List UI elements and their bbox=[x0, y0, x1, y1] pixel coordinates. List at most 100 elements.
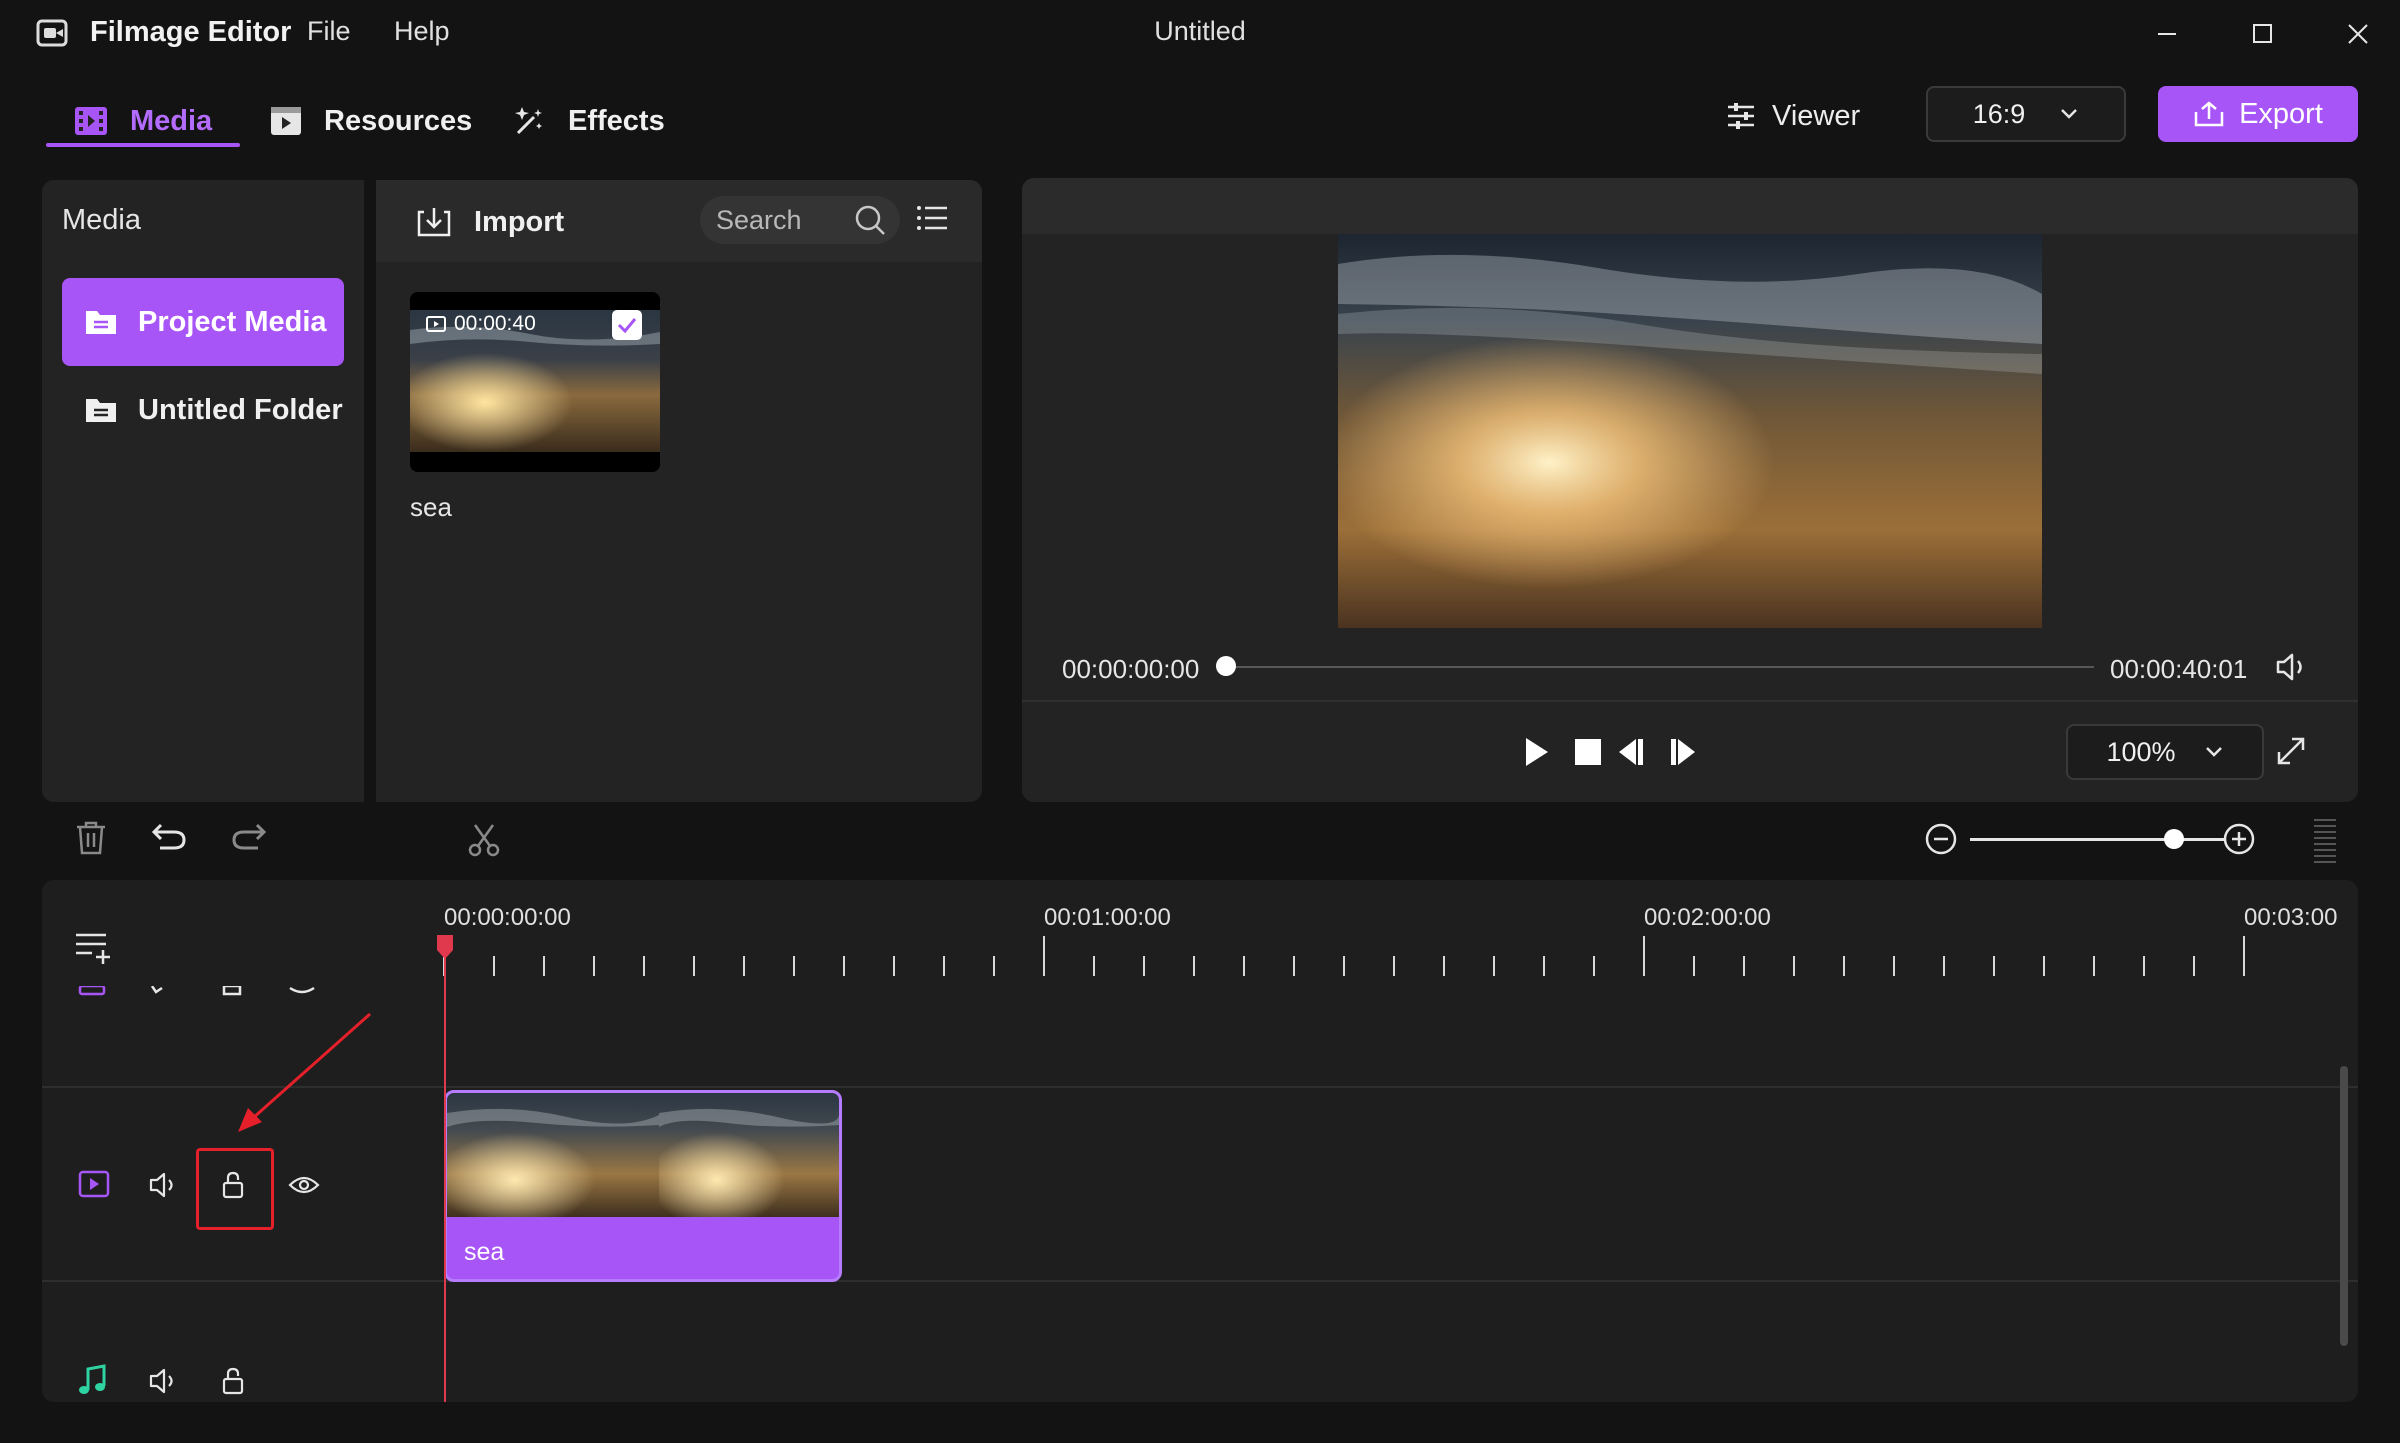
zoom-out-button[interactable] bbox=[1924, 822, 1958, 856]
sliders-icon bbox=[1728, 103, 1754, 129]
undo-button[interactable] bbox=[150, 822, 188, 852]
app-name: Filmage Editor bbox=[90, 16, 292, 48]
clip-name: sea bbox=[464, 1238, 505, 1266]
audio-track-mute-button[interactable] bbox=[148, 1366, 180, 1396]
search-placeholder: Search bbox=[716, 204, 802, 235]
maximize-icon bbox=[2253, 24, 2272, 43]
clip-thumbnails bbox=[447, 1093, 839, 1217]
play-button[interactable] bbox=[1522, 736, 1552, 768]
add-track-icon bbox=[76, 933, 110, 964]
sidebar-item-label: Untitled Folder bbox=[138, 393, 343, 426]
import-button[interactable]: Import bbox=[416, 200, 564, 244]
timeline-zoom-slider[interactable] bbox=[1970, 838, 2224, 841]
ruler-label: 00:02:00:00 bbox=[1644, 904, 1771, 931]
hidden-track-controls bbox=[78, 986, 315, 996]
viewer-button[interactable]: Viewer bbox=[1726, 96, 1860, 136]
music-note-icon bbox=[79, 1364, 106, 1394]
media-sidebar bbox=[42, 180, 364, 802]
step-forward-icon bbox=[1671, 739, 1695, 765]
delete-button[interactable] bbox=[74, 820, 108, 856]
next-frame-button[interactable] bbox=[1666, 736, 1698, 768]
minimize-icon bbox=[2158, 33, 2176, 35]
list-view-icon[interactable] bbox=[916, 204, 948, 232]
viewer-header bbox=[1022, 178, 2358, 234]
tab-media-label: Media bbox=[130, 104, 213, 137]
timeline-scrollbar[interactable] bbox=[2340, 1066, 2348, 1346]
sidebar-item-untitled-folder[interactable]: Untitled Folder bbox=[62, 366, 344, 454]
app-logo-icon bbox=[36, 18, 70, 48]
tab-resources-label: Resources bbox=[324, 104, 473, 137]
ruler-label: 00:00:00:00 bbox=[444, 904, 571, 931]
search-icon[interactable] bbox=[854, 204, 886, 236]
seek-handle[interactable] bbox=[1216, 656, 1236, 676]
tab-resources[interactable]: Resources bbox=[270, 98, 472, 144]
video-track-visibility-button[interactable] bbox=[288, 1174, 320, 1196]
annotation-arrow bbox=[238, 1012, 371, 1132]
undo-icon bbox=[151, 823, 186, 850]
zoom-in-button[interactable] bbox=[2222, 822, 2256, 856]
stop-icon bbox=[1575, 739, 1601, 765]
expand-icon bbox=[2277, 737, 2305, 765]
resources-icon bbox=[271, 107, 301, 135]
previous-frame-button[interactable] bbox=[1616, 736, 1648, 768]
tab-media[interactable]: Media bbox=[74, 98, 212, 144]
total-time: 00:00:40:01 bbox=[2110, 654, 2248, 684]
film-icon bbox=[75, 107, 107, 135]
media-item-duration: 00:00:40 bbox=[426, 312, 536, 336]
upload-icon bbox=[2194, 101, 2224, 127]
track-divider bbox=[42, 1086, 2358, 1088]
search-input[interactable]: Search bbox=[700, 196, 900, 244]
check-icon bbox=[617, 318, 637, 334]
audio-track-icon bbox=[78, 1364, 108, 1396]
duration-text: 00:00:40 bbox=[454, 312, 536, 335]
add-track-button[interactable] bbox=[74, 930, 112, 964]
chevron-down-icon bbox=[2061, 109, 2078, 119]
scissors-icon bbox=[468, 824, 500, 857]
video-track-mute-button[interactable] bbox=[148, 1170, 180, 1200]
menu-file[interactable]: File bbox=[307, 16, 351, 47]
step-back-icon bbox=[1619, 739, 1643, 765]
redo-button[interactable] bbox=[230, 822, 268, 852]
playhead-line bbox=[444, 950, 446, 1402]
minimize-button[interactable] bbox=[2136, 14, 2196, 54]
aspect-ratio-select[interactable]: 16:9 bbox=[1926, 86, 2126, 142]
export-label: Export bbox=[2239, 97, 2323, 130]
zoom-in-icon bbox=[2223, 823, 2255, 855]
menu-help[interactable]: Help bbox=[394, 16, 450, 47]
media-item-checkbox[interactable] bbox=[612, 310, 642, 340]
close-button[interactable] bbox=[2328, 14, 2388, 54]
window-title: Untitled bbox=[1154, 16, 1246, 46]
chevron-down-icon bbox=[2205, 747, 2222, 757]
trash-icon bbox=[77, 821, 105, 855]
speaker-icon bbox=[2276, 653, 2302, 681]
split-button[interactable] bbox=[466, 822, 502, 858]
tab-effects-label: Effects bbox=[568, 104, 665, 137]
seek-bar[interactable] bbox=[1228, 666, 2094, 668]
audio-track-lock-button[interactable] bbox=[220, 1366, 246, 1396]
folder-icon bbox=[86, 311, 116, 334]
volume-button[interactable] bbox=[2274, 650, 2310, 684]
video-preview[interactable] bbox=[1338, 234, 2042, 628]
viewer-zoom-select[interactable]: 100% bbox=[2066, 724, 2264, 780]
stop-button[interactable] bbox=[1574, 738, 1602, 766]
fullscreen-button[interactable] bbox=[2274, 734, 2308, 768]
tab-effects[interactable]: Effects bbox=[512, 98, 665, 144]
sidebar-title: Media bbox=[62, 204, 141, 236]
timeline-ruler[interactable] bbox=[440, 936, 2340, 976]
sidebar-item-label: Project Media bbox=[138, 305, 327, 338]
timeline-options-icon[interactable] bbox=[2312, 816, 2338, 864]
maximize-button[interactable] bbox=[2232, 14, 2292, 54]
lock-icon bbox=[222, 1367, 244, 1395]
playhead-handle[interactable] bbox=[436, 934, 454, 960]
redo-icon bbox=[232, 823, 267, 850]
media-item-name: sea bbox=[410, 492, 452, 522]
video-icon bbox=[426, 316, 446, 332]
timeline-zoom-handle[interactable] bbox=[2164, 829, 2185, 849]
export-button[interactable]: Export bbox=[2158, 86, 2358, 142]
import-label: Import bbox=[474, 205, 565, 238]
sidebar-item-project-media[interactable]: Project Media bbox=[62, 278, 344, 366]
track-divider bbox=[42, 1280, 2358, 1282]
speaker-icon bbox=[149, 1368, 173, 1394]
video-track-icon bbox=[78, 1170, 110, 1198]
eye-icon bbox=[288, 1176, 320, 1194]
